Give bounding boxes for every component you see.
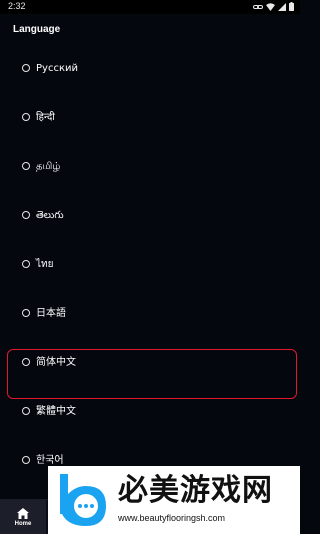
watermark-url: www.beautyflooringsh.com <box>118 513 226 523</box>
radio-button[interactable] <box>22 260 30 268</box>
watermark-logo-icon <box>60 474 106 526</box>
language-label: 日本語 <box>36 308 66 319</box>
language-option-hindi[interactable]: हिन्दी <box>0 93 300 142</box>
section-title-language: Language <box>13 24 61 35</box>
battery-icon <box>289 2 294 11</box>
language-option-simplified-chinese[interactable]: 简体中文 <box>0 338 300 387</box>
status-icons <box>253 2 294 11</box>
language-label: ไทย <box>36 259 54 270</box>
language-label: 简体中文 <box>36 357 76 368</box>
language-label: Русский <box>36 63 78 74</box>
home-icon <box>17 507 29 519</box>
radio-button[interactable] <box>22 309 30 317</box>
nav-home-button[interactable]: Home <box>0 500 46 534</box>
signal-icon <box>278 2 286 11</box>
radio-button[interactable] <box>22 64 30 72</box>
radio-button[interactable] <box>22 162 30 170</box>
watermark-title: 必美游戏网 <box>118 473 273 508</box>
link-icon <box>253 4 263 9</box>
language-option-tamil[interactable]: தமிழ் <box>0 142 300 191</box>
nav-home-label: Home <box>14 520 32 527</box>
language-option-russian[interactable]: Русский <box>0 44 300 93</box>
language-label: தமிழ் <box>36 161 61 172</box>
status-time: 2:32 <box>8 1 26 11</box>
radio-button[interactable] <box>22 113 30 121</box>
radio-button[interactable] <box>22 407 30 415</box>
status-bar: 2:32 <box>0 0 300 14</box>
language-label: 繁體中文 <box>36 406 76 417</box>
radio-button[interactable] <box>22 211 30 219</box>
language-option-japanese[interactable]: 日本語 <box>0 289 300 338</box>
language-list: Русский हिन्दी தமிழ் తెలుగు ไทย 日本語 简体中文… <box>0 44 300 485</box>
watermark-banner: 必美游戏网 www.beautyflooringsh.com <box>48 466 300 534</box>
language-option-traditional-chinese[interactable]: 繁體中文 <box>0 387 300 436</box>
language-label: हिन्दी <box>36 112 55 123</box>
wifi-icon <box>266 2 275 11</box>
language-label: తెలుగు <box>36 210 64 221</box>
language-option-thai[interactable]: ไทย <box>0 240 300 289</box>
language-option-telugu[interactable]: తెలుగు <box>0 191 300 240</box>
radio-button[interactable] <box>22 456 30 464</box>
radio-button[interactable] <box>22 358 30 366</box>
